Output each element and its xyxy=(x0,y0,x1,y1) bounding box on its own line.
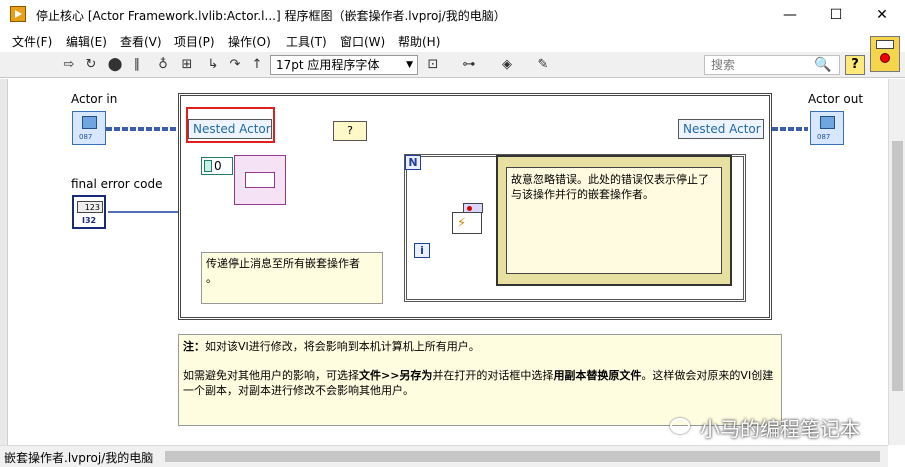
note-prefix: 注： xyxy=(183,340,205,353)
actor-out-label: Actor out xyxy=(808,92,864,106)
select-node[interactable]: ? xyxy=(333,121,367,141)
project-path-status: 嵌套操作者.lvproj/我的电脑 xyxy=(4,449,154,466)
watermark-text: 小马的编程笔记本 xyxy=(700,417,860,441)
loop-count-terminal[interactable]: N xyxy=(405,155,421,170)
note-line-2a: 如需避免对其他用户的影响，可选择 xyxy=(183,369,359,382)
vertical-scroll-thumb[interactable] xyxy=(892,141,903,391)
send-stop-banner-icon xyxy=(463,203,483,213)
lightning-icon: ⚡ xyxy=(457,216,467,231)
actor-cube-icon xyxy=(820,116,835,129)
send-stop-subvi[interactable]: ⚡ xyxy=(452,203,483,234)
film-comment-box: 故意忽略错误。此处的错误仅表示停止了与该操作并行的嵌套操作者。 xyxy=(506,167,722,274)
actor-in-label: Actor in xyxy=(71,92,118,106)
note-spacer xyxy=(183,354,777,368)
note-line-2d: 用副本替换原文件 xyxy=(553,369,642,382)
note-line-1: 如对该VI进行修改，将会影响到本机计算机上所有用户。 xyxy=(205,340,480,353)
numeric-constant-value: 0 xyxy=(214,159,222,173)
send-stop-comment[interactable]: 传递停止消息至所有嵌套操作者 。 xyxy=(201,252,383,304)
increment-decrement-icon xyxy=(204,160,212,172)
error-ignore-structure[interactable]: 故意忽略错误。此处的错误仅表示停止了与该操作并行的嵌套操作者。 xyxy=(496,155,732,286)
nested-actor-shift-register-right[interactable]: Nested Actor xyxy=(678,119,764,139)
loop-iteration-terminal[interactable]: i xyxy=(414,243,430,258)
message-class-icon xyxy=(245,172,275,188)
actor-out-terminal[interactable]: 087 xyxy=(810,111,844,145)
vertical-scrollbar[interactable] xyxy=(888,79,905,445)
actor-cube-icon xyxy=(82,116,97,129)
wechat-logo-icon xyxy=(670,418,690,434)
actor-in-terminal[interactable]: 087 xyxy=(72,111,106,145)
actor-in-type-tag: 087 xyxy=(79,133,93,141)
note-line-2c: 并在打开的对话框中选择 xyxy=(432,369,554,382)
i32-type-tag: I32 xyxy=(82,216,97,225)
final-error-code-terminal[interactable]: 123 I32 xyxy=(72,195,106,229)
highlight-box xyxy=(186,107,275,143)
send-stop-comment-text: 传递停止消息至所有嵌套操作者 xyxy=(206,257,360,270)
note-comment[interactable]: 注：如对该VI进行修改，将会影响到本机计算机上所有用户。 如需避免对其他用户的影… xyxy=(178,334,782,426)
send-stop-comment-tail: 。 xyxy=(206,272,217,285)
numeric-display: 123 xyxy=(77,201,103,213)
note-line-2b: 文件>>另存为 xyxy=(359,369,433,382)
film-comment-text: 故意忽略错误。此处的错误仅表示停止了与该操作并行的嵌套操作者。 xyxy=(511,173,709,201)
horizontal-scroll-thumb[interactable] xyxy=(165,451,880,462)
numeric-constant[interactable]: 0 xyxy=(201,157,233,175)
final-error-code-label: final error code xyxy=(71,177,163,191)
actor-out-type-tag: 087 xyxy=(817,133,831,141)
stop-message-constructor[interactable] xyxy=(234,155,286,205)
